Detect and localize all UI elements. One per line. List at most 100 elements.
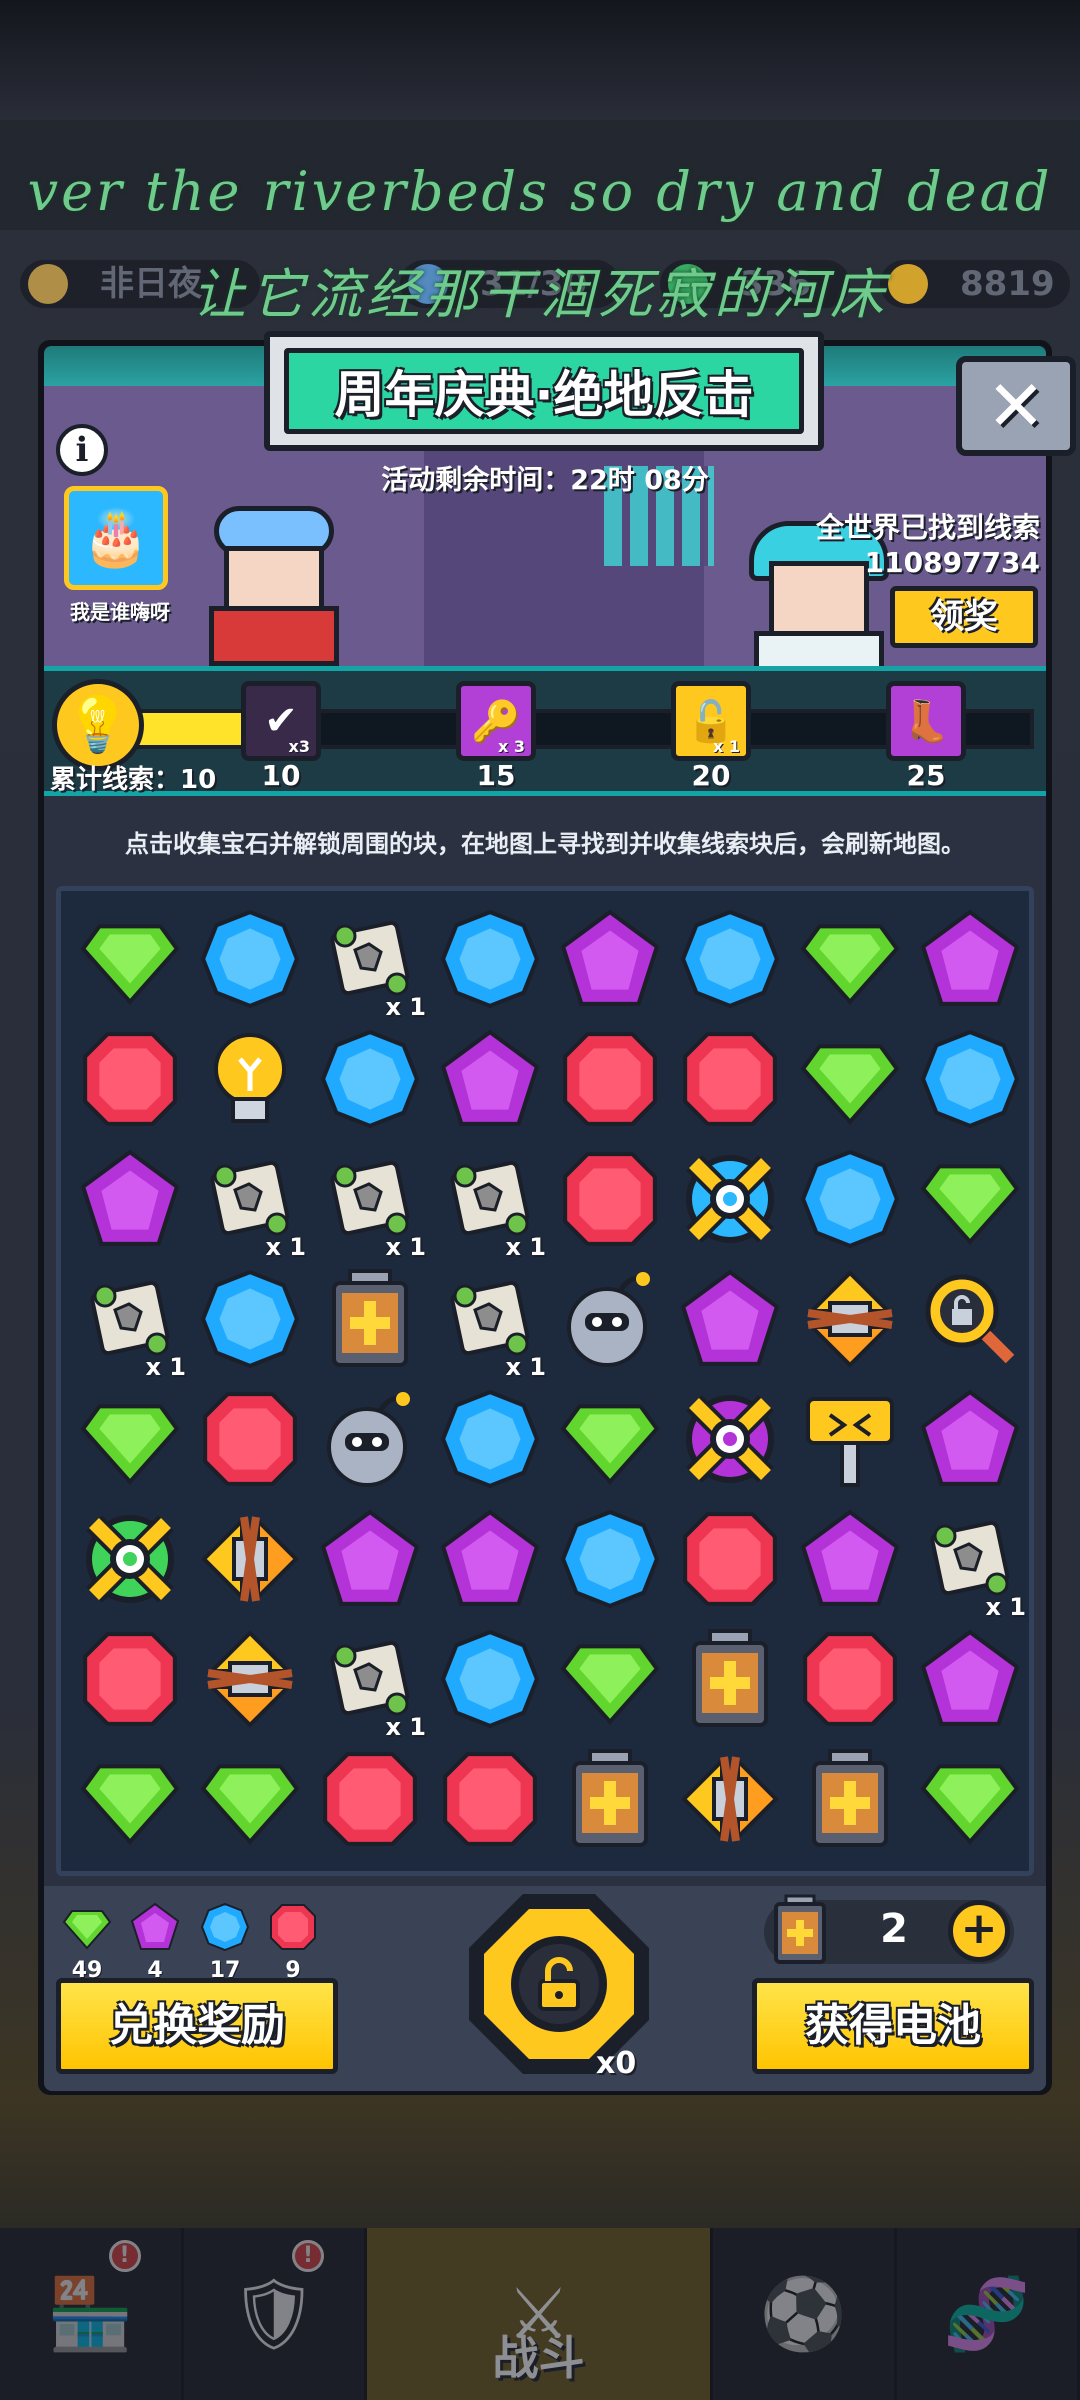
purple-gem-icon[interactable] [550, 899, 670, 1019]
purple-gem-icon[interactable] [910, 1619, 1030, 1739]
purple-gem-icon[interactable] [910, 899, 1030, 1019]
blue-gem-icon[interactable] [430, 899, 550, 1019]
red-gem-icon [266, 1902, 320, 1956]
bulb-icon: 💡 [52, 679, 144, 771]
milestone-check-icon[interactable]: ✔ x3 [241, 681, 321, 761]
green-gem-icon[interactable] [550, 1619, 670, 1739]
game-board: x 1 x 1 x 1 x 1 x 1 x 1 x 1 x 1 [56, 886, 1034, 1876]
purple-gem-icon[interactable] [70, 1139, 190, 1259]
boot-icon: 👢 [901, 698, 951, 745]
blue-gem-icon[interactable] [670, 899, 790, 1019]
nav-armor[interactable]: 🛡! [184, 2228, 368, 2400]
inventory-red: 9 [266, 1902, 320, 1983]
close-button[interactable]: ✕ [956, 356, 1076, 456]
red-gem-icon[interactable] [790, 1619, 910, 1739]
blue-gem-icon[interactable] [430, 1379, 550, 1499]
battery-icon[interactable] [550, 1739, 670, 1859]
blue-gem-icon[interactable] [790, 1139, 910, 1259]
red-gem-icon[interactable] [670, 1019, 790, 1139]
clue-puzzle-icon[interactable]: x 1 [70, 1259, 190, 1381]
add-battery-button[interactable]: + [948, 1900, 1010, 1962]
clue-puzzle-icon[interactable]: x 1 [430, 1139, 550, 1261]
battery-icon[interactable] [670, 1619, 790, 1739]
arrows-v-icon[interactable] [790, 1259, 910, 1379]
purple-gem-icon[interactable] [430, 1019, 550, 1139]
blue-gem-icon[interactable] [190, 1259, 310, 1379]
red-gem-icon[interactable] [550, 1139, 670, 1259]
notification-badge: ! [292, 2240, 325, 2272]
milestone-boot-icon[interactable]: 👢 [886, 681, 966, 761]
nav-battle[interactable]: ⚔ 战斗 [367, 2228, 713, 2400]
world-found-count: 110897734 [864, 546, 1040, 579]
green-gem-icon[interactable] [70, 1739, 190, 1859]
target-blue-icon[interactable] [670, 1139, 790, 1259]
clue-puzzle-icon[interactable]: x 1 [310, 1619, 430, 1741]
red-gem-icon[interactable] [430, 1739, 550, 1859]
clue-puzzle-icon[interactable]: x 1 [190, 1139, 310, 1261]
magnifier-icon[interactable] [910, 1259, 1030, 1379]
clue-count: x 1 [385, 1233, 426, 1261]
blue-gem-icon[interactable] [430, 1619, 550, 1739]
get-battery-button[interactable]: 获得电池 [752, 1978, 1034, 2074]
arrows-h-icon[interactable] [670, 1739, 790, 1859]
battery-icon [772, 1894, 828, 1970]
clue-count: x 1 [505, 1353, 546, 1381]
claim-button[interactable]: 领奖 [890, 586, 1038, 648]
bulb-icon[interactable] [190, 1019, 310, 1139]
red-gem-icon[interactable] [70, 1619, 190, 1739]
red-gem-icon[interactable] [550, 1019, 670, 1139]
red-gem-icon[interactable] [310, 1739, 430, 1859]
green-gem-icon[interactable] [70, 1379, 190, 1499]
milestone-label: 10 [261, 759, 301, 792]
green-gem-icon[interactable] [550, 1379, 670, 1499]
nav-ball[interactable]: ⚽ [713, 2228, 897, 2400]
hammer-icon[interactable] [790, 1379, 910, 1499]
red-gem-icon[interactable] [70, 1019, 190, 1139]
arrows-h-icon[interactable] [190, 1499, 310, 1619]
green-gem-icon[interactable] [910, 1139, 1030, 1259]
battery-icon[interactable] [310, 1259, 430, 1379]
nav-dna[interactable]: 🧬 [897, 2228, 1080, 2400]
info-icon[interactable]: i [56, 424, 108, 476]
event-title-banner: 周年庆典·绝地反击 [264, 331, 824, 451]
lyric-english-line: ver the riverbeds so dry and dead [27, 160, 1053, 223]
clue-puzzle-icon[interactable]: x 1 [430, 1259, 550, 1381]
inventory-green: 49 [60, 1902, 114, 1983]
battery-icon[interactable] [790, 1739, 910, 1859]
purple-gem-icon[interactable] [430, 1499, 550, 1619]
avatar-name: 我是谁嗨呀 [70, 600, 170, 624]
purple-gem-icon[interactable] [790, 1499, 910, 1619]
armor-icon: 🛡 [229, 2272, 319, 2355]
inventory-purple: 4 [128, 1902, 182, 1983]
bomb-icon[interactable] [310, 1379, 430, 1499]
arrows-v-icon[interactable] [190, 1619, 310, 1739]
clue-puzzle-icon[interactable]: x 1 [310, 899, 430, 1021]
green-gem-icon[interactable] [790, 899, 910, 1019]
target-purple-icon[interactable] [670, 1379, 790, 1499]
purple-gem-icon[interactable] [670, 1259, 790, 1379]
blue-gem-icon[interactable] [910, 1019, 1030, 1139]
clue-puzzle-icon[interactable]: x 1 [910, 1499, 1030, 1621]
green-gem-icon[interactable] [190, 1739, 310, 1859]
milestone-key-icon[interactable]: 🔑 x 3 [456, 681, 536, 761]
blue-gem-icon[interactable] [550, 1499, 670, 1619]
target-green-icon[interactable] [70, 1499, 190, 1619]
blue-gem-icon[interactable] [310, 1019, 430, 1139]
blue-gem-icon[interactable] [190, 899, 310, 1019]
bottom-nav: 🏪! 🛡! ⚔ 战斗 ⚽ 🧬 [0, 2228, 1080, 2400]
green-gem-icon[interactable] [910, 1739, 1030, 1859]
green-gem-icon[interactable] [70, 899, 190, 1019]
bomb-icon[interactable] [550, 1259, 670, 1379]
purple-gem-icon [128, 1902, 182, 1956]
clue-puzzle-icon[interactable]: x 1 [310, 1139, 430, 1261]
green-gem-icon[interactable] [790, 1019, 910, 1139]
milestone-lock-icon[interactable]: 🔓 x 1 [671, 681, 751, 761]
purple-gem-icon[interactable] [310, 1499, 430, 1619]
exchange-reward-button[interactable]: 兑换奖励 [56, 1978, 338, 2074]
green-gem-icon [60, 1902, 114, 1956]
red-gem-icon[interactable] [670, 1499, 790, 1619]
nav-shop[interactable]: 🏪! [0, 2228, 184, 2400]
red-gem-icon[interactable] [190, 1379, 310, 1499]
purple-gem-icon[interactable] [910, 1379, 1030, 1499]
avatar[interactable]: 🎂 [64, 486, 168, 590]
